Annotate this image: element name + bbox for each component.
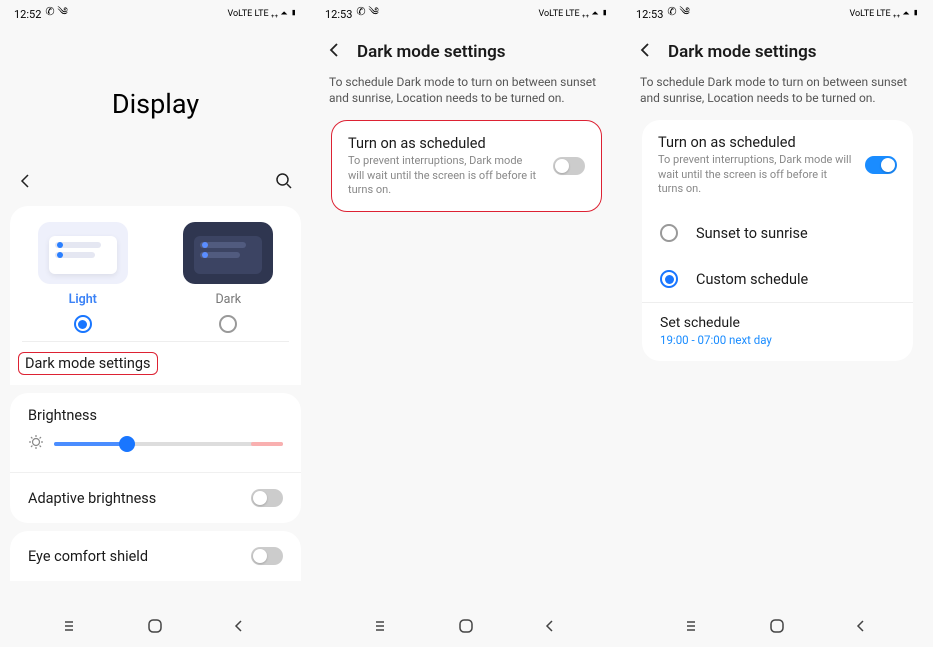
back-button[interactable] — [18, 173, 34, 193]
theme-selector-card: Light Dark Dark mode settings — [10, 206, 301, 385]
dark-preview-icon — [183, 222, 273, 284]
nav-recents[interactable] — [60, 617, 84, 635]
adaptive-brightness-label: Adaptive brightness — [28, 490, 156, 507]
light-preview-icon — [38, 222, 128, 284]
nav-home[interactable] — [454, 617, 478, 635]
eye-comfort-toggle[interactable] — [251, 547, 283, 565]
status-left-icons: ✆ ༄ — [45, 0, 67, 30]
nav-bar — [622, 605, 933, 647]
page-title: Dark mode settings — [668, 42, 816, 62]
content: Light Dark Dark mode settings — [0, 206, 311, 605]
status-time: 12:53 — [636, 8, 663, 21]
theme-option-light[interactable]: Light — [10, 222, 156, 333]
back-button[interactable] — [327, 42, 343, 62]
toolbar — [0, 160, 311, 206]
theme-light-label: Light — [69, 292, 97, 307]
scheduled-toggle[interactable] — [865, 156, 897, 174]
radio-dark[interactable] — [219, 315, 237, 333]
screen-dark-mode-off: 12:53 ✆ ༄ VoLTE LTE ₊₊ ⏶ ▮ Dark mode set… — [311, 0, 622, 647]
scheduled-title: Turn on as scheduled — [658, 134, 853, 151]
nav-recents[interactable] — [682, 617, 706, 635]
nav-bar — [311, 605, 622, 647]
radio-sunset[interactable] — [660, 224, 678, 242]
status-left-icons: ✆ ༄ — [667, 0, 689, 30]
helper-text: To schedule Dark mode to turn on between… — [311, 70, 622, 120]
set-schedule-value: 19:00 - 07:00 next day — [660, 333, 895, 347]
status-bar: 12:53 ✆ ༄ VoLTE LTE ₊₊ ⏶ ▮ — [622, 0, 933, 28]
status-bar: 12:52 ✆ ༄ VoLTE LTE ₊₊ ⏶ ▮ — [0, 0, 311, 28]
brightness-label: Brightness — [28, 407, 283, 424]
set-schedule-row[interactable]: Set schedule 19:00 - 07:00 next day — [642, 302, 913, 361]
chevron-left-icon — [18, 173, 34, 189]
dark-mode-settings-row[interactable]: Dark mode settings — [10, 342, 301, 373]
scheduled-card: Turn on as scheduled To prevent interrup… — [642, 120, 913, 361]
nav-home[interactable] — [765, 617, 789, 635]
nav-back[interactable] — [538, 619, 562, 633]
slider-fill — [54, 442, 127, 446]
slider-limit-zone — [251, 442, 283, 446]
sunset-label: Sunset to sunrise — [696, 225, 808, 242]
status-time: 12:52 — [14, 8, 41, 21]
turn-on-scheduled-row[interactable]: Turn on as scheduled To prevent interrup… — [642, 120, 913, 210]
page-header: Dark mode settings — [311, 28, 622, 70]
sun-icon — [28, 434, 44, 454]
status-time: 12:53 — [325, 8, 352, 21]
slider-track — [54, 442, 283, 446]
theme-option-dark[interactable]: Dark — [156, 222, 302, 333]
radio-light[interactable] — [74, 315, 92, 333]
theme-dark-label: Dark — [215, 292, 241, 307]
adaptive-brightness-toggle[interactable] — [251, 489, 283, 507]
page-title: Dark mode settings — [357, 42, 505, 62]
screen-display: 12:52 ✆ ༄ VoLTE LTE ₊₊ ⏶ ▮ Display — [0, 0, 311, 647]
scheduled-subtitle: To prevent interruptions, Dark mode will… — [658, 153, 853, 196]
status-right-icons: VoLTE LTE ₊₊ ⏶ ▮ — [228, 9, 297, 19]
nav-back[interactable] — [849, 619, 873, 633]
back-button[interactable] — [638, 42, 654, 62]
screen-dark-mode-on: 12:53 ✆ ༄ VoLTE LTE ₊₊ ⏶ ▮ Dark mode set… — [622, 0, 933, 647]
nav-home[interactable] — [143, 617, 167, 635]
page-title: Display — [0, 88, 311, 120]
status-bar: 12:53 ✆ ༄ VoLTE LTE ₊₊ ⏶ ▮ — [311, 0, 622, 28]
custom-label: Custom schedule — [696, 271, 808, 288]
option-custom-schedule[interactable]: Custom schedule — [642, 256, 913, 302]
chevron-left-icon — [327, 42, 343, 58]
adaptive-brightness-row[interactable]: Adaptive brightness — [10, 472, 301, 523]
slider-thumb[interactable] — [119, 436, 135, 452]
option-sunset-sunrise[interactable]: Sunset to sunrise — [642, 210, 913, 256]
scheduled-toggle[interactable] — [553, 157, 585, 175]
search-button[interactable] — [275, 172, 293, 194]
scheduled-title: Turn on as scheduled — [348, 135, 541, 152]
status-right-icons: VoLTE LTE ₊₊ ⏶ ▮ — [539, 9, 608, 19]
set-schedule-label: Set schedule — [660, 315, 895, 331]
radio-custom[interactable] — [660, 270, 678, 288]
turn-on-scheduled-row[interactable]: Turn on as scheduled To prevent interrup… — [331, 120, 602, 212]
eye-comfort-row[interactable]: Eye comfort shield — [10, 531, 301, 581]
nav-back[interactable] — [227, 619, 251, 633]
status-right-icons: VoLTE LTE ₊₊ ⏶ ▮ — [850, 9, 919, 19]
brightness-slider[interactable] — [28, 434, 283, 454]
scheduled-card: Turn on as scheduled To prevent interrup… — [331, 120, 602, 212]
helper-text: To schedule Dark mode to turn on between… — [622, 70, 933, 120]
nav-recents[interactable] — [371, 617, 395, 635]
status-left-icons: ✆ ༄ — [356, 0, 378, 30]
eye-comfort-label: Eye comfort shield — [28, 548, 148, 565]
page-header: Dark mode settings — [622, 28, 933, 70]
search-icon — [275, 172, 293, 190]
scheduled-subtitle: To prevent interruptions, Dark mode will… — [348, 154, 541, 197]
page-header: Display — [0, 28, 311, 160]
brightness-card: Brightness — [10, 393, 301, 472]
chevron-left-icon — [638, 42, 654, 58]
dark-mode-settings-label: Dark mode settings — [18, 352, 158, 375]
nav-bar — [0, 605, 311, 647]
